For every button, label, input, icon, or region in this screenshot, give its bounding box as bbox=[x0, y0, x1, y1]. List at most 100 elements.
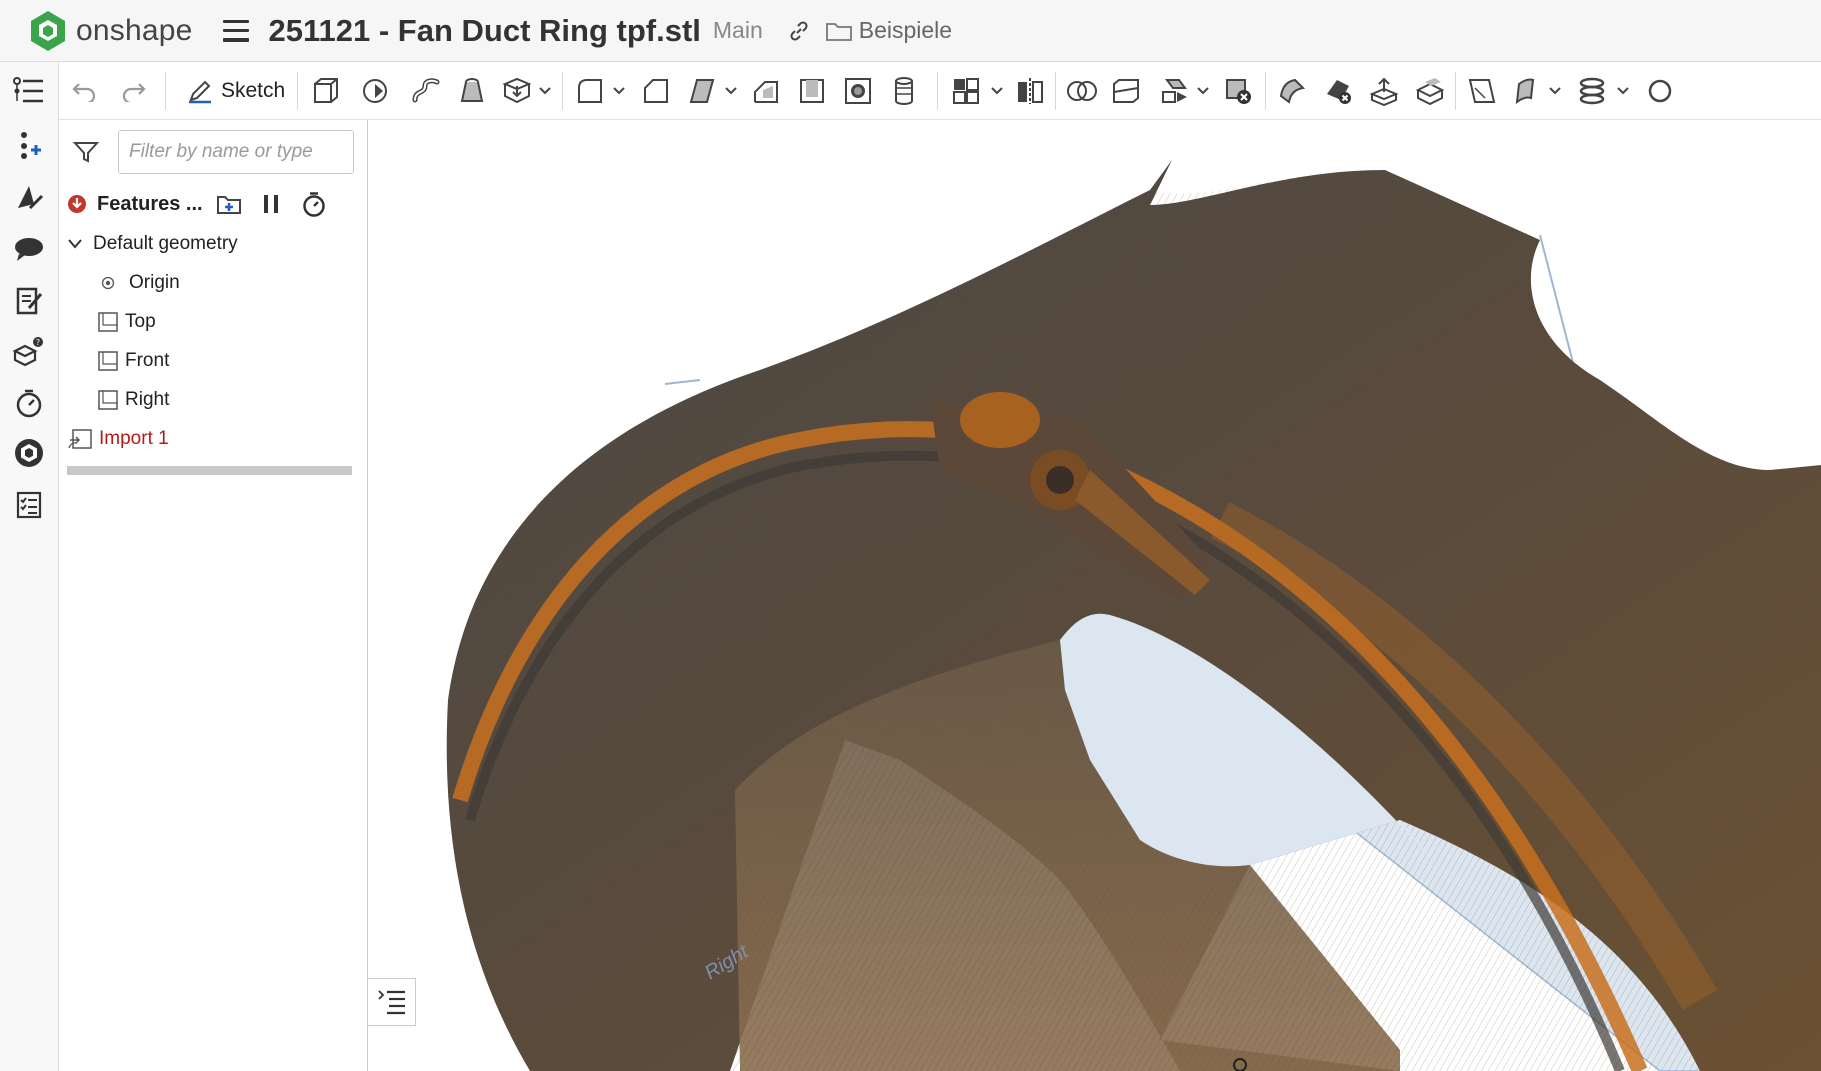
feature-toolbar: Sketch bbox=[59, 62, 1821, 120]
tree-group-default-geometry[interactable]: Default geometry bbox=[67, 229, 238, 259]
chevron-down-icon[interactable] bbox=[723, 74, 739, 108]
delete-part-icon[interactable] bbox=[1221, 74, 1255, 108]
modify-fillet-icon[interactable] bbox=[1275, 74, 1309, 108]
chevron-down-icon[interactable] bbox=[1195, 74, 1211, 108]
pencil-icon bbox=[189, 80, 211, 104]
list-toggle-button[interactable] bbox=[368, 978, 416, 1026]
sweep-icon[interactable] bbox=[409, 74, 443, 108]
thicken-icon[interactable] bbox=[499, 74, 533, 108]
tree-item-plane[interactable]: Top bbox=[97, 307, 156, 337]
plane-icon bbox=[98, 390, 118, 410]
stopwatch-icon[interactable] bbox=[301, 191, 327, 217]
chevron-down-icon[interactable] bbox=[611, 74, 627, 108]
insert-mate-connector-icon[interactable] bbox=[12, 128, 46, 162]
configurations-icon[interactable]: ? bbox=[12, 334, 46, 368]
rebuild-error-icon[interactable] bbox=[67, 194, 87, 214]
shell-icon[interactable] bbox=[795, 74, 829, 108]
chevron-down-icon[interactable] bbox=[989, 74, 1005, 108]
toolbar-separator bbox=[1265, 72, 1266, 110]
mirror-icon[interactable] bbox=[1013, 74, 1047, 108]
tree-item-import[interactable]: Import 1 bbox=[67, 424, 169, 454]
notes-icon[interactable] bbox=[12, 284, 46, 318]
left-rail: ? bbox=[0, 62, 59, 1071]
chevron-down-icon[interactable] bbox=[1547, 74, 1563, 108]
boolean-icon[interactable] bbox=[1065, 74, 1099, 108]
revolve-icon[interactable] bbox=[359, 74, 393, 108]
comments-icon[interactable] bbox=[12, 232, 46, 266]
filter-input[interactable] bbox=[118, 130, 354, 174]
svg-text:?: ? bbox=[36, 338, 40, 347]
folder-label: Beispiele bbox=[858, 17, 953, 43]
tree-group-label: Default geometry bbox=[93, 233, 238, 254]
logo-text: onshape bbox=[76, 13, 193, 47]
helix-icon[interactable] bbox=[1575, 74, 1609, 108]
checklist-icon[interactable] bbox=[12, 488, 46, 522]
linear-pattern-icon[interactable] bbox=[949, 74, 983, 108]
document-title[interactable]: 251121 - Fan Duct Ring tpf.stl bbox=[269, 13, 701, 49]
replace-face-icon[interactable] bbox=[1413, 74, 1447, 108]
model-render: Right bbox=[446, 160, 1821, 1071]
toolbar-separator bbox=[297, 72, 298, 110]
main-menu-icon[interactable] bbox=[222, 19, 249, 42]
import-icon bbox=[68, 429, 92, 449]
appearance-icon[interactable] bbox=[12, 180, 46, 214]
delete-face-icon[interactable] bbox=[1321, 74, 1355, 108]
more-tools-icon[interactable] bbox=[1643, 74, 1677, 108]
folder-icon bbox=[825, 22, 852, 41]
pause-icon[interactable] bbox=[261, 193, 281, 215]
graphics-viewport[interactable]: Right bbox=[368, 120, 1821, 1071]
toolbar-separator bbox=[1055, 72, 1056, 110]
import-label: Import 1 bbox=[99, 428, 169, 449]
rollback-bar[interactable] bbox=[67, 466, 352, 475]
sketch-button[interactable]: Sketch bbox=[177, 72, 295, 110]
plane-label: Top bbox=[125, 311, 156, 332]
toolbar-separator bbox=[562, 72, 563, 110]
move-face-icon[interactable] bbox=[1367, 74, 1401, 108]
tree-item-origin[interactable]: Origin bbox=[101, 268, 180, 298]
origin-icon bbox=[101, 276, 115, 290]
chevron-down-icon[interactable] bbox=[537, 74, 553, 108]
sketch-label: Sketch bbox=[221, 79, 286, 102]
link-icon[interactable] bbox=[787, 19, 811, 43]
feature-list-icon[interactable] bbox=[12, 74, 46, 108]
top-bar: onshape 251121 - Fan Duct Ring tpf.stl M… bbox=[0, 0, 1821, 62]
folder-breadcrumb[interactable]: Beispiele bbox=[825, 17, 952, 44]
origin-label: Origin bbox=[129, 272, 180, 293]
split-icon[interactable] bbox=[1109, 74, 1143, 108]
tree-item-plane[interactable]: Front bbox=[97, 346, 169, 376]
list-icon bbox=[377, 990, 405, 1015]
chevron-down-icon[interactable] bbox=[1615, 74, 1631, 108]
transform-icon[interactable] bbox=[1157, 74, 1191, 108]
features-label[interactable]: Features ... bbox=[97, 193, 203, 216]
toolbar-separator bbox=[937, 72, 938, 110]
extrude-icon[interactable] bbox=[309, 74, 343, 108]
filter-icon[interactable] bbox=[73, 140, 99, 164]
plane-icon[interactable] bbox=[1465, 74, 1499, 108]
plane-icon bbox=[98, 312, 118, 332]
surface-icon[interactable] bbox=[1509, 74, 1543, 108]
rebuild-timer-icon[interactable] bbox=[12, 386, 46, 420]
chamfer-icon[interactable] bbox=[639, 74, 673, 108]
toolbar-separator bbox=[1455, 72, 1456, 110]
onshape-logo[interactable]: onshape bbox=[28, 9, 193, 53]
undo-icon[interactable] bbox=[69, 74, 99, 108]
rib-icon[interactable] bbox=[749, 74, 783, 108]
hole-icon[interactable] bbox=[841, 74, 875, 108]
onshape-logo-icon bbox=[31, 10, 65, 51]
fillet-icon[interactable] bbox=[573, 74, 607, 108]
loft-icon[interactable] bbox=[455, 74, 489, 108]
branch-label[interactable]: Main bbox=[713, 17, 763, 44]
feature-panel: Features ... Default geometry Origin Top… bbox=[59, 120, 368, 1071]
app-store-icon[interactable] bbox=[12, 436, 46, 470]
plane-label: Right bbox=[125, 389, 170, 410]
features-header: Features ... bbox=[67, 184, 357, 224]
redo-icon[interactable] bbox=[119, 74, 149, 108]
plane-label: Front bbox=[125, 350, 170, 371]
chevron-down-icon[interactable] bbox=[67, 238, 83, 250]
add-folder-icon[interactable] bbox=[215, 192, 243, 216]
thread-icon[interactable] bbox=[887, 74, 921, 108]
tree-item-plane[interactable]: Right bbox=[97, 385, 169, 415]
plane-icon bbox=[98, 351, 118, 371]
reference-plane-edge bbox=[664, 379, 701, 385]
draft-icon[interactable] bbox=[685, 74, 719, 108]
